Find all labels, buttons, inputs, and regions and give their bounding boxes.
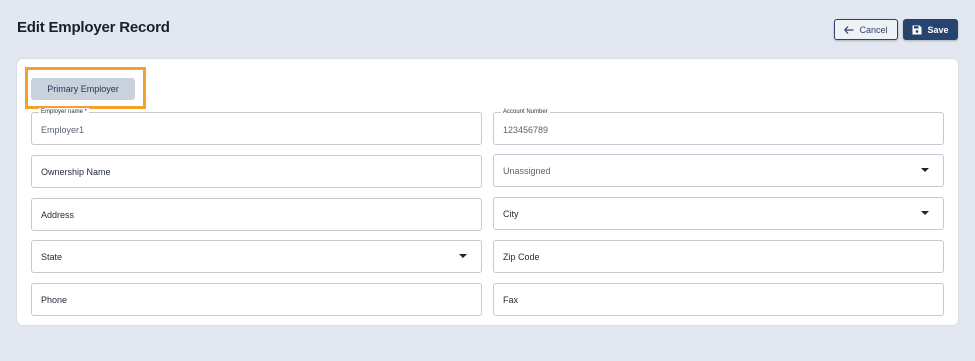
state-select[interactable]: State — [31, 240, 482, 273]
fax-field[interactable]: Fax — [493, 283, 944, 316]
account-number-field[interactable]: Account Number 123456789 — [493, 108, 944, 145]
address-field[interactable]: Address — [31, 198, 482, 231]
arrow-left-icon — [844, 25, 854, 34]
ownership-name-placeholder: Ownership Name — [41, 166, 111, 177]
assignment-select[interactable]: Unassigned — [493, 154, 944, 187]
tab-primary-employer[interactable]: Primary Employer — [31, 78, 135, 100]
employer-name-field[interactable]: Employer name * Employer1 — [31, 108, 482, 145]
save-label: Save — [927, 24, 949, 35]
caret-down-icon — [921, 211, 929, 215]
floppy-disk-icon — [912, 25, 922, 35]
zip-code-placeholder: Zip Code — [503, 251, 540, 262]
page-title: Edit Employer Record — [17, 19, 170, 36]
cancel-label: Cancel — [859, 24, 888, 35]
save-button[interactable]: Save — [903, 19, 958, 40]
assignment-value: Unassigned — [503, 165, 551, 176]
account-number-value: 123456789 — [503, 124, 549, 135]
zip-code-field[interactable]: Zip Code — [493, 240, 944, 273]
fax-placeholder: Fax — [503, 294, 519, 305]
employer-name-value: Employer1 — [41, 124, 85, 135]
caret-down-icon — [921, 168, 929, 172]
city-placeholder: City — [503, 208, 519, 219]
city-select[interactable]: City — [493, 197, 944, 230]
state-placeholder: State — [41, 251, 63, 262]
address-placeholder: Address — [41, 209, 75, 220]
ownership-name-field[interactable]: Ownership Name — [31, 155, 482, 188]
cancel-button[interactable]: Cancel — [834, 19, 898, 40]
phone-field[interactable]: Phone — [31, 283, 482, 316]
phone-placeholder: Phone — [41, 294, 68, 305]
caret-down-icon — [459, 254, 467, 258]
